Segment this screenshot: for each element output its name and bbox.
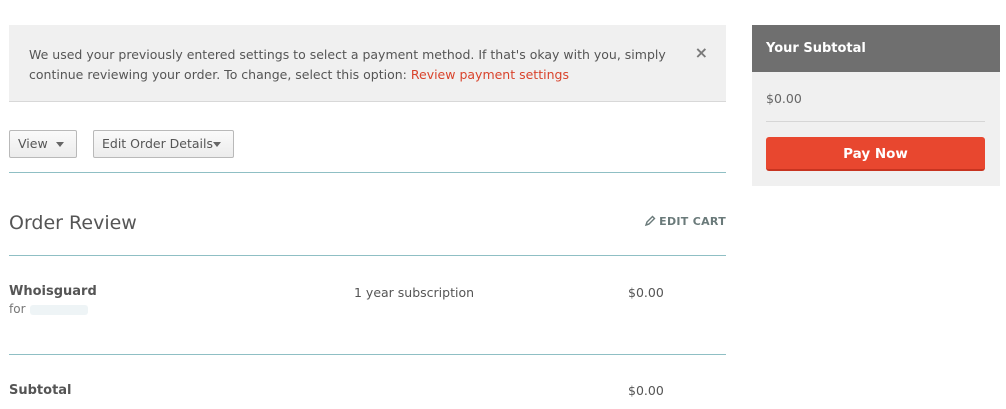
page-title: Order Review [9,212,137,234]
subtotal-value: $0.00 [628,383,664,398]
sidebar-amount: $0.00 [766,91,802,106]
review-payment-settings-link[interactable]: Review payment settings [411,67,569,82]
chevron-down-icon [56,142,64,147]
notice-text: We used your previously entered settings… [29,45,689,85]
item-for-label: for [9,302,26,316]
subtotal-label: Subtotal [9,383,72,398]
divider [9,255,726,256]
payment-notice: We used your previously entered settings… [9,25,726,102]
pencil-icon [645,215,656,227]
subtotal-sidebar: Your Subtotal $0.00 Pay Now [752,25,1000,186]
divider [9,172,726,173]
item-description: 1 year subscription [354,285,475,300]
edit-cart-label: EDIT CART [659,215,726,228]
pay-now-button[interactable]: Pay Now [766,137,985,171]
item-name: Whoisguard [9,284,97,299]
view-dropdown-button[interactable]: View [9,130,77,158]
notice-message: We used your previously entered settings… [29,47,666,82]
sidebar-title: Your Subtotal [752,25,1000,72]
view-dropdown-label: View [18,136,48,151]
divider [9,354,726,355]
edit-order-details-dropdown-button[interactable]: Edit Order Details [93,130,234,158]
chevron-down-icon [213,142,221,147]
main-content: We used your previously entered settings… [9,0,726,409]
item-for: for [9,302,88,316]
redacted-domain [29,304,88,315]
divider [766,121,985,122]
edit-order-details-label: Edit Order Details [102,136,214,151]
item-price: $0.00 [628,285,664,300]
edit-cart-link[interactable]: EDIT CART [644,215,726,228]
close-icon[interactable]: × [695,43,708,62]
